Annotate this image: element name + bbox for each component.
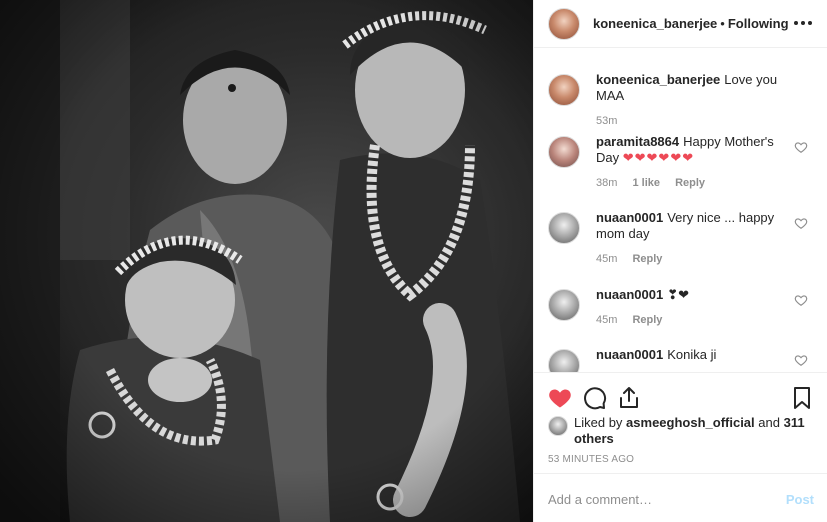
post-side-panel: koneenica_banerjee • Following koneenica…: [533, 0, 827, 522]
reply-button[interactable]: Reply: [632, 253, 662, 265]
bookmark-icon[interactable]: [790, 386, 814, 410]
reply-button[interactable]: Reply: [675, 177, 705, 189]
caption-time: 53m: [596, 115, 618, 127]
comment-likes[interactable]: 1 like: [632, 177, 660, 189]
comment-username[interactable]: nuaan0001: [596, 287, 663, 302]
comment-time: 45m: [596, 253, 618, 265]
comment-item: paramita8864 Happy Mother's Day ❤❤❤❤❤❤ 38…: [548, 134, 814, 191]
comment-time: 45m: [596, 314, 618, 326]
comment-item: nuaan0001 Very nice ... happy mom day 45m…: [548, 210, 814, 267]
action-icons: [548, 386, 814, 410]
comment-username[interactable]: nuaan0001: [596, 210, 663, 225]
author-avatar[interactable]: [548, 7, 580, 40]
liked-by-prefix: Liked by: [574, 415, 623, 430]
photo-illustration: [0, 0, 533, 522]
add-comment-bar: Add a comment… Post: [534, 473, 827, 522]
post-header: koneenica_banerjee • Following: [534, 0, 827, 48]
post-timestamp[interactable]: 53 MINUTES AGO: [548, 454, 634, 465]
more-options-icon[interactable]: [792, 12, 814, 34]
liker-username[interactable]: asmeeghosh_official: [626, 415, 755, 430]
comment-text: ❣❤: [667, 287, 689, 302]
comment-like-icon[interactable]: [794, 216, 808, 230]
author-username[interactable]: koneenica_banerjee: [593, 16, 717, 31]
share-icon[interactable]: [617, 386, 641, 410]
comment-item: nuaan0001 ❣❤ 45m Reply: [548, 287, 814, 328]
comment-text: Konika ji: [667, 347, 717, 362]
comment-input[interactable]: Add a comment…: [548, 492, 786, 507]
comment-like-icon[interactable]: [794, 353, 808, 367]
comment-username[interactable]: nuaan0001: [596, 347, 663, 362]
post-button[interactable]: Post: [786, 492, 814, 507]
comment-avatar[interactable]: [548, 136, 580, 168]
following-button[interactable]: Following: [728, 16, 789, 31]
comment-avatar[interactable]: [548, 349, 580, 372]
comment-like-icon[interactable]: [794, 140, 808, 154]
liked-by: Liked by asmeeghosh_official and 311 oth…: [548, 415, 814, 447]
caption-username[interactable]: koneenica_banerjee: [596, 72, 720, 87]
comment-item: nuaan0001 Konika ji: [548, 347, 814, 372]
comment-time: 38m: [596, 177, 618, 189]
comment-username[interactable]: paramita8864: [596, 134, 679, 149]
comment-emoji: ❤❤❤❤❤❤: [622, 150, 695, 165]
caption: koneenica_banerjee Love you MAA 53m: [548, 72, 814, 129]
post-actions: Liked by asmeeghosh_official and 311 oth…: [534, 372, 827, 522]
comment-avatar[interactable]: [548, 289, 580, 321]
post-photo[interactable]: [0, 0, 533, 522]
liker-avatar[interactable]: [548, 416, 568, 436]
caption-avatar[interactable]: [548, 74, 580, 106]
heart-filled-icon[interactable]: [548, 386, 572, 410]
comment-like-icon[interactable]: [794, 293, 808, 307]
comments-list[interactable]: koneenica_banerjee Love you MAA 53m param…: [534, 48, 827, 372]
instagram-post: koneenica_banerjee • Following koneenica…: [0, 0, 827, 522]
header-separator: •: [720, 16, 725, 31]
comment-bubble-icon[interactable]: [583, 386, 607, 410]
reply-button[interactable]: Reply: [632, 314, 662, 326]
liked-by-and: and: [758, 415, 780, 430]
comment-avatar[interactable]: [548, 212, 580, 244]
